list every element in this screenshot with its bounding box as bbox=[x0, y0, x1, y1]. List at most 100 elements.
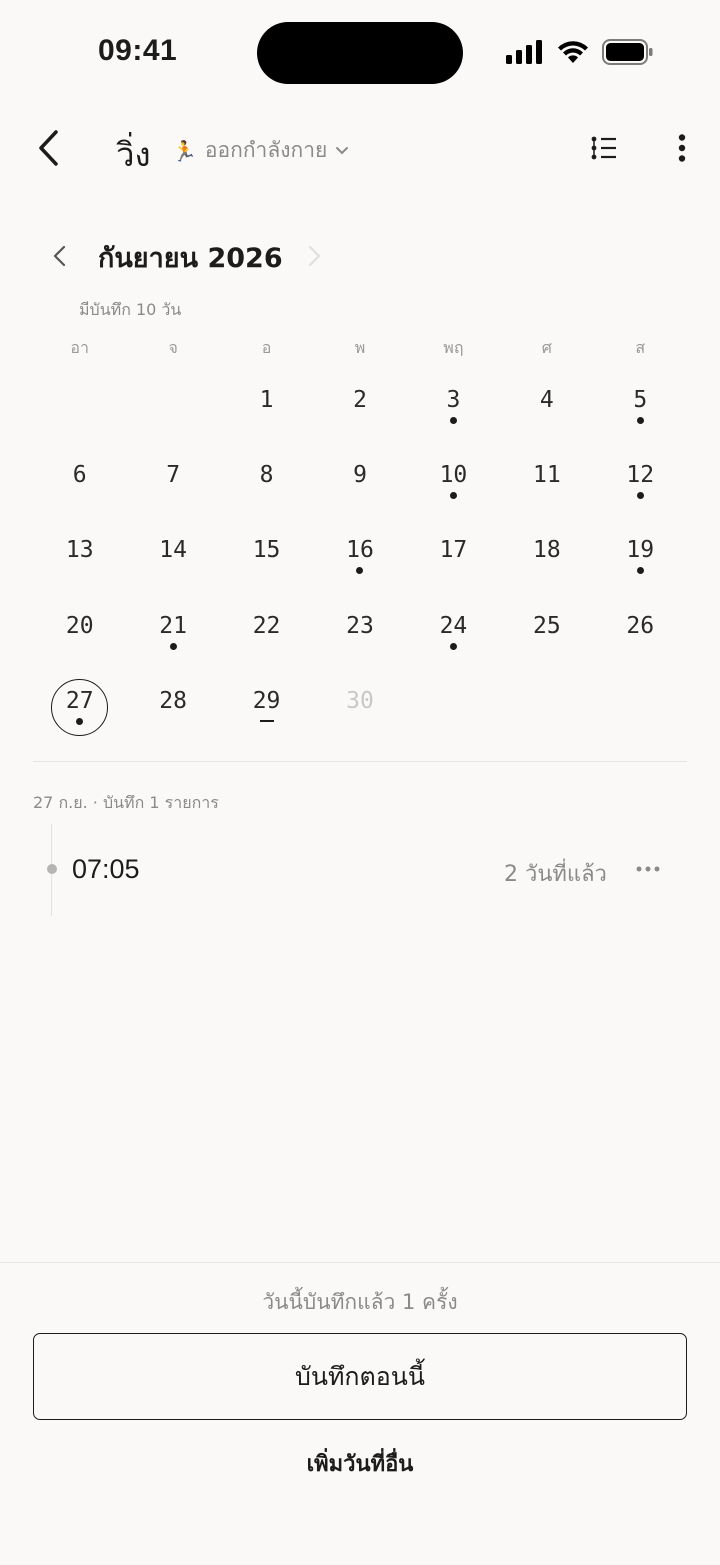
calendar-day[interactable]: 4 bbox=[500, 362, 593, 437]
day-number: 3 bbox=[446, 387, 461, 413]
horizontal-dots-icon bbox=[636, 866, 660, 872]
day-number: 18 bbox=[533, 537, 561, 564]
day-number: 2 bbox=[353, 387, 367, 413]
next-month-button[interactable] bbox=[300, 238, 330, 274]
running-icon: 🏃 bbox=[172, 138, 197, 163]
calendar-day[interactable]: 24 bbox=[407, 588, 500, 663]
weekday-label: จ bbox=[168, 338, 178, 357]
calendar-day[interactable]: 8 bbox=[220, 437, 313, 512]
day-number: 19 bbox=[626, 537, 655, 564]
day-number: 4 bbox=[539, 387, 554, 413]
entry-time[interactable]: 07:05 bbox=[72, 854, 140, 885]
chevron-left-icon bbox=[39, 130, 58, 166]
calendar-day[interactable]: 2 bbox=[313, 362, 406, 437]
calendar-day[interactable]: 28 bbox=[126, 663, 219, 738]
vertical-dots-icon bbox=[678, 134, 686, 162]
battery-icon bbox=[602, 39, 653, 65]
calendar-day[interactable]: 17 bbox=[407, 512, 500, 587]
previous-month-button[interactable] bbox=[44, 238, 74, 274]
weekday-label: อ bbox=[261, 338, 272, 357]
category-label: ออกกำลังกาย bbox=[204, 138, 328, 162]
day-number: 5 bbox=[633, 387, 648, 413]
day-number: 14 bbox=[159, 537, 187, 564]
recorded-days-count: มีบันทึก 10 วัน bbox=[79, 300, 182, 319]
calendar-day[interactable]: 25 bbox=[500, 588, 593, 663]
weekday-label: ส bbox=[635, 338, 646, 357]
day-number: 28 bbox=[159, 687, 187, 714]
record-dot bbox=[169, 642, 177, 650]
calendar-day[interactable]: 11 bbox=[500, 437, 593, 512]
day-number: 9 bbox=[353, 462, 367, 489]
day-number: 8 bbox=[259, 462, 274, 489]
day-number: 16 bbox=[346, 537, 374, 564]
calendar-day[interactable]: 26 bbox=[594, 588, 687, 663]
calendar-empty-cell bbox=[126, 362, 219, 437]
day-number: 23 bbox=[346, 612, 374, 639]
calendar-day[interactable]: 10 bbox=[407, 437, 500, 512]
record-dot bbox=[449, 642, 457, 650]
calendar-day: 30 bbox=[313, 663, 406, 738]
calendar-day[interactable]: 19 bbox=[594, 512, 687, 587]
calendar-day[interactable]: 12 bbox=[594, 437, 687, 512]
entry-more-button[interactable] bbox=[630, 852, 666, 886]
dynamic-island bbox=[257, 22, 463, 84]
month-title: กันยายน 2026 bbox=[98, 243, 283, 274]
weekday-label: พฤ bbox=[443, 338, 464, 357]
add-other-date-button[interactable]: เพิ่มวันที่อื่น bbox=[0, 1446, 720, 1481]
list-view-button[interactable] bbox=[584, 128, 624, 168]
weekday-header: อา จ อ พ พฤ ศ ส bbox=[33, 336, 687, 361]
record-dot bbox=[636, 417, 644, 424]
day-number: 20 bbox=[65, 612, 94, 639]
calendar-day[interactable]: 14 bbox=[126, 512, 219, 587]
calendar-day[interactable]: 16 bbox=[313, 512, 406, 587]
calendar-day[interactable]: 18 bbox=[500, 512, 593, 587]
day-number: 25 bbox=[533, 612, 561, 639]
day-number: 13 bbox=[65, 537, 94, 564]
today-count: วันนี้บันทึกแล้ว 1 ครั้ง bbox=[262, 1290, 458, 1314]
record-now-button[interactable]: บันทึกตอนนี้ bbox=[33, 1333, 687, 1420]
habit-title: วิ่ง bbox=[116, 135, 151, 174]
day-number: 1 bbox=[259, 387, 274, 413]
record-dot bbox=[636, 492, 644, 500]
calendar-day[interactable]: 21 bbox=[126, 588, 219, 663]
day-number: 6 bbox=[72, 462, 87, 489]
calendar-day[interactable]: 3 bbox=[407, 362, 500, 437]
day-number: 11 bbox=[533, 462, 561, 489]
calendar-day[interactable]: 15 bbox=[220, 512, 313, 587]
calendar-day[interactable]: 13 bbox=[33, 512, 126, 587]
category-selector[interactable]: 🏃 ออกกำลังกาย bbox=[172, 134, 349, 167]
calendar-day[interactable]: 7 bbox=[126, 437, 219, 512]
weekday-label: อา bbox=[70, 338, 89, 357]
chevron-down-icon bbox=[336, 146, 349, 154]
list-icon bbox=[591, 136, 616, 160]
more-options-button[interactable] bbox=[662, 126, 702, 170]
timeline-dot bbox=[47, 864, 57, 874]
day-number: 17 bbox=[439, 537, 468, 564]
day-number: 7 bbox=[166, 462, 181, 489]
calendar-day[interactable]: 5 bbox=[594, 362, 687, 437]
calendar-day[interactable]: 29 bbox=[220, 663, 313, 738]
divider bbox=[33, 761, 687, 762]
calendar-grid: 1 2 3 4 5 6 7 8 9 10 11 12 13 14 15 16 17 18 19 20 21 22 23 24 2… bbox=[33, 362, 687, 738]
wifi-icon bbox=[558, 41, 588, 63]
day-number: 21 bbox=[159, 612, 187, 639]
back-button[interactable] bbox=[26, 122, 70, 174]
weekday-label: พ bbox=[354, 338, 366, 357]
calendar-day[interactable]: 6 bbox=[33, 437, 126, 512]
calendar-day[interactable]: 23 bbox=[313, 588, 406, 663]
status-time: 09:41 bbox=[98, 34, 178, 67]
entries-label: 27 ก.ย. · บันทึก 1 รายการ bbox=[33, 793, 219, 812]
day-number: 12 bbox=[626, 462, 655, 489]
day-number: 30 bbox=[346, 687, 374, 714]
calendar-day[interactable]: 1 bbox=[220, 362, 313, 437]
day-number: 10 bbox=[439, 462, 468, 489]
signal-icon bbox=[506, 40, 542, 64]
today-indicator bbox=[51, 679, 108, 736]
calendar-day[interactable]: 9 bbox=[313, 437, 406, 512]
entry-relative-time: 2 วันที่แล้ว bbox=[504, 862, 607, 887]
weekday-label: ศ bbox=[541, 338, 552, 357]
status-icons bbox=[506, 36, 654, 68]
calendar-day[interactable]: 22 bbox=[220, 588, 313, 663]
calendar-day[interactable]: 20 bbox=[33, 588, 126, 663]
day-number: 26 bbox=[626, 612, 655, 639]
